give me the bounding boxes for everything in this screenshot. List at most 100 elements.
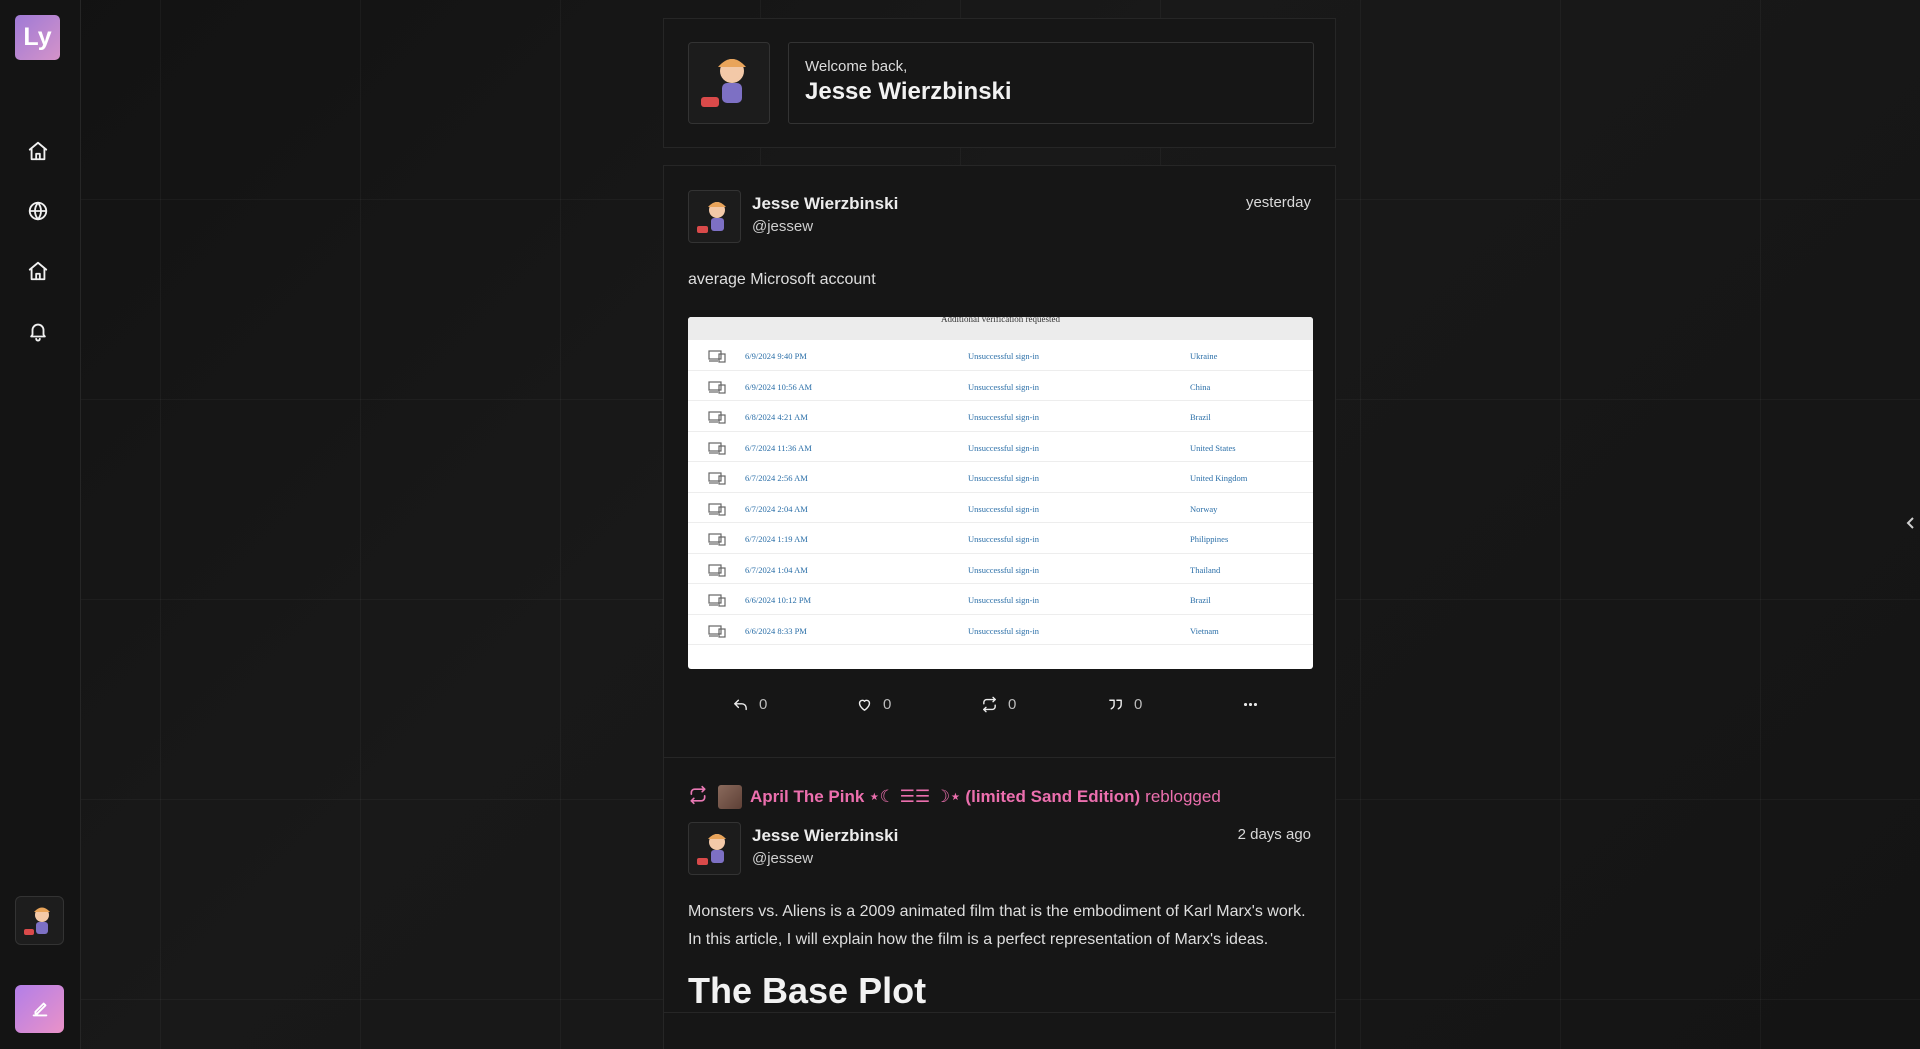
reply-count: 0	[759, 696, 768, 713]
globe-icon[interactable]	[24, 197, 52, 225]
signin-status: Unsuccessful sign-in	[968, 412, 1040, 422]
device-icon	[708, 411, 726, 424]
signin-country: Ukraine	[1190, 351, 1218, 361]
user-avatar[interactable]	[15, 896, 64, 945]
app-logo[interactable]: Ly	[15, 15, 60, 60]
attachment-row: 6/6/2024 8:33 PM Unsuccessful sign-in Viet…	[688, 615, 1313, 645]
device-icon	[708, 624, 726, 638]
device-icon	[708, 563, 726, 577]
reblogger-name[interactable]: April The Pink ⋆☾ ☰☰ ☽⋆ (limited Sand Ed…	[750, 787, 1140, 807]
attachment-header: Additional verification requested	[688, 317, 1313, 340]
main-column: Welcome back, Jesse Wierzbinski Jesse Wi…	[663, 18, 1336, 1049]
signin-country: Philippines	[1190, 534, 1229, 544]
signin-status: Unsuccessful sign-in	[968, 564, 1040, 575]
welcome-name: Jesse Wierzbinski	[805, 78, 1012, 105]
like-count: 0	[883, 696, 892, 713]
attachment-row: 6/7/2024 1:19 AM Unsuccessful sign-in Phil…	[688, 523, 1313, 554]
attachment-row: 6/7/2024 2:04 AM Unsuccessful sign-in Norw…	[688, 493, 1313, 523]
signin-status: Unsuccessful sign-in	[968, 625, 1040, 636]
device-icon	[708, 594, 726, 607]
signin-country: Vietnam	[1190, 625, 1219, 636]
heart-icon	[858, 699, 871, 711]
signin-date: 6/6/2024 8:33 PM	[745, 625, 807, 636]
compose-icon	[32, 1002, 47, 1017]
signin-status: Unsuccessful sign-in	[968, 351, 1040, 361]
post-header: Jesse Wierzbinski @jessew 2 days ago	[688, 822, 1311, 875]
attachment-row: 6/9/2024 10:56 AM Unsuccessful sign-in Chi…	[688, 371, 1313, 401]
author-name[interactable]: Jesse Wierzbinski	[752, 826, 898, 846]
welcome-avatar[interactable]	[688, 42, 770, 124]
collapse-sidebar-button[interactable]	[1906, 516, 1916, 530]
post-timestamp[interactable]: yesterday	[1246, 194, 1311, 211]
post-heading: The Base Plot	[688, 970, 927, 1011]
reblog-count: 0	[1008, 696, 1017, 713]
device-icon	[708, 350, 726, 363]
signin-date: 6/7/2024 2:04 AM	[745, 503, 808, 514]
device-icon	[708, 502, 726, 516]
welcome-card: Welcome back, Jesse Wierzbinski	[663, 18, 1336, 148]
post[interactable]: April The Pink ⋆☾ ☰☰ ☽⋆ (limited Sand Ed…	[664, 758, 1335, 1013]
signin-country: China	[1190, 381, 1211, 392]
signin-status: Unsuccessful sign-in	[968, 503, 1040, 514]
repeat-icon	[983, 696, 996, 713]
signin-country: Brazil	[1190, 412, 1211, 422]
reply-icon	[734, 699, 747, 711]
signin-status: Unsuccessful sign-in	[968, 381, 1040, 392]
more-icon	[1243, 702, 1258, 707]
signin-date: 6/9/2024 9:40 PM	[745, 351, 807, 361]
welcome-greeting: Welcome back,	[805, 58, 908, 75]
attachment-rows: 6/9/2024 9:40 PM Unsuccessful sign-in Ukra…	[688, 340, 1313, 645]
device-icon	[708, 380, 726, 394]
signin-status: Unsuccessful sign-in	[968, 595, 1040, 605]
home-icon[interactable]	[24, 137, 52, 165]
attachment-row: 6/7/2024 2:56 AM Unsuccessful sign-in Unit…	[688, 462, 1313, 493]
signin-country: United States	[1190, 442, 1236, 453]
reblog-notice: April The Pink ⋆☾ ☰☰ ☽⋆ (limited Sand Ed…	[688, 782, 1311, 812]
attachment-row: 6/7/2024 11:36 AM Unsuccessful sign-in Uni…	[688, 432, 1313, 462]
signin-date: 6/7/2024 1:04 AM	[745, 564, 808, 575]
post-image-attachment[interactable]: Additional verification requested 6/9/20…	[688, 317, 1313, 669]
post[interactable]: Jesse Wierzbinski @jessew yesterday aver…	[664, 166, 1335, 758]
signin-date: 6/7/2024 2:56 AM	[745, 473, 808, 483]
signin-country: Brazil	[1190, 595, 1211, 605]
sidebar: Ly	[0, 0, 81, 1049]
more-options-button[interactable]	[1242, 696, 1259, 713]
signin-date: 6/7/2024 11:36 AM	[745, 442, 812, 453]
reblog-button[interactable]: 0	[981, 696, 1016, 713]
signin-country: Thailand	[1190, 564, 1221, 575]
author-name[interactable]: Jesse Wierzbinski	[752, 194, 898, 214]
signin-date: 6/6/2024 10:12 PM	[745, 595, 812, 605]
signin-status: Unsuccessful sign-in	[968, 442, 1040, 453]
author-handle[interactable]: @jessew	[752, 218, 813, 235]
attachment-row: 6/6/2024 10:12 PM Unsuccessful sign-in Bra…	[688, 584, 1313, 615]
attachment-row: 6/9/2024 9:40 PM Unsuccessful sign-in Ukra…	[688, 340, 1313, 371]
attachment-row: 6/8/2024 4:21 AM Unsuccessful sign-in Braz…	[688, 401, 1313, 432]
signin-date: 6/8/2024 4:21 AM	[745, 412, 808, 422]
signin-date: 6/9/2024 10:56 AM	[745, 381, 813, 392]
home-icon[interactable]	[24, 257, 52, 285]
reblogged-label: reblogged	[1145, 787, 1221, 806]
signin-status: Unsuccessful sign-in	[968, 534, 1040, 544]
quote-button[interactable]: 0	[1107, 696, 1142, 713]
quote-count: 0	[1134, 696, 1143, 713]
reblogger-avatar[interactable]	[718, 785, 742, 809]
author-handle[interactable]: @jessew	[752, 850, 813, 867]
reply-button[interactable]: 0	[732, 696, 767, 713]
post-content: average Microsoft account	[688, 271, 876, 288]
post-timestamp[interactable]: 2 days ago	[1238, 826, 1311, 843]
welcome-box: Welcome back, Jesse Wierzbinski	[788, 42, 1314, 124]
device-icon	[708, 533, 726, 546]
author-avatar[interactable]	[688, 822, 741, 875]
signin-country: Norway	[1190, 503, 1218, 514]
device-icon	[708, 441, 726, 455]
post-actions: 0 0 0 0	[688, 669, 1311, 757]
signin-country: United Kingdom	[1190, 473, 1248, 483]
bell-icon[interactable]	[24, 317, 52, 345]
repeat-icon	[688, 785, 708, 810]
chevron-left-icon	[1906, 517, 1914, 529]
compose-button[interactable]	[15, 985, 64, 1033]
device-icon	[708, 472, 726, 485]
like-button[interactable]: 0	[856, 696, 891, 713]
quote-icon	[1109, 699, 1122, 710]
author-avatar[interactable]	[688, 190, 741, 243]
